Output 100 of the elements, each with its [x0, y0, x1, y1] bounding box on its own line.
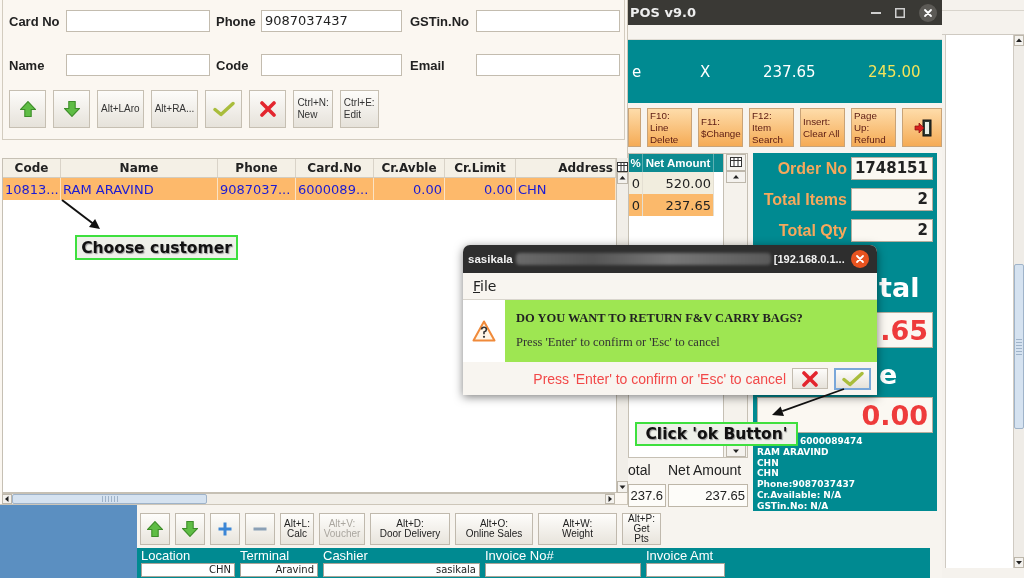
column-header[interactable]: Phone: [218, 159, 296, 177]
vertical-scrollbar[interactable]: [1013, 35, 1024, 568]
horizontal-scrollbar[interactable]: [2, 493, 615, 504]
dialog-title: sasikala: [468, 253, 513, 265]
field-label: Email: [410, 57, 445, 73]
move-up-button[interactable]: [9, 90, 46, 128]
shortcut-button[interactable]: Alt+O: Online Sales: [455, 513, 533, 545]
customer-info-text: 6000089474: [800, 436, 863, 447]
summary-label: Order No: [777, 159, 847, 178]
text-field[interactable]: [66, 10, 210, 32]
footer-text: Press 'Enter' to confirm or 'Esc' to cancel: [533, 370, 786, 387]
shortcut-button[interactable]: Ctrl+E: Edit: [339, 90, 379, 128]
table-cell: 6000089...: [296, 178, 374, 200]
text-field[interactable]: [476, 54, 620, 76]
summary-field: 1748151: [851, 157, 933, 180]
scroll-right-arrow-icon[interactable]: [605, 494, 615, 504]
header-text: 245.00: [868, 62, 921, 81]
status-label: Invoice Amt: [646, 548, 714, 563]
maximize-icon[interactable]: [895, 7, 905, 18]
item-row[interactable]: 0 520.00: [629, 172, 714, 194]
status-label: Cashier: [323, 548, 368, 563]
customer-info-text: Phone:9087037437: [757, 479, 855, 490]
function-key-button[interactable]: F12: Item Search: [749, 108, 794, 147]
table-cell: RAM ARAVIND: [61, 178, 218, 200]
close-icon[interactable]: [919, 3, 937, 22]
cancel-button[interactable]: [249, 90, 287, 128]
shortcut-button[interactable]: Alt+LAro: [97, 90, 144, 128]
cross-icon: [259, 101, 276, 117]
up-arrow-icon: [147, 521, 163, 537]
table-cell: 10813...: [3, 178, 61, 200]
customer-info-text: Cr.Available: N/A: [757, 490, 842, 501]
total-label: otal: [628, 462, 652, 479]
plus-icon: [218, 522, 232, 536]
minus-icon: [253, 527, 267, 531]
confirm-button[interactable]: [205, 90, 243, 128]
customer-info-text: CHN: [757, 457, 779, 469]
minimize-icon[interactable]: [871, 11, 881, 14]
shortcut-button[interactable]: Alt+L: Calc: [280, 513, 314, 545]
total-field: 237.6: [628, 484, 666, 507]
cross-icon: [802, 370, 818, 387]
plus-button[interactable]: [210, 513, 240, 545]
scrollbar-thumb[interactable]: [12, 494, 207, 504]
column-header[interactable]: Cr.Avble: [374, 159, 445, 177]
column-grid-icon[interactable]: [617, 162, 628, 172]
text-field[interactable]: [261, 54, 402, 76]
status-field: sasikala: [323, 563, 480, 577]
customer-info-text: RAM ARAVIND: [757, 446, 829, 458]
shortcut-button[interactable]: Ctrl+N: New: [293, 90, 333, 128]
item-row[interactable]: 0 237.65: [629, 194, 714, 216]
header-text: e: [632, 62, 643, 81]
summary-field: 2: [851, 188, 933, 211]
scroll-left-arrow-icon[interactable]: [2, 494, 12, 504]
text-field[interactable]: [66, 54, 210, 76]
column-header[interactable]: Card.No: [296, 159, 374, 177]
status-label: Invoice No#: [485, 548, 554, 563]
total-label: Net Amount: [668, 462, 743, 479]
cancel-button[interactable]: [792, 368, 828, 389]
warning-icon: [472, 320, 496, 342]
window-title: POS v9.0: [630, 5, 696, 20]
column-header[interactable]: Name: [61, 159, 218, 177]
check-icon: [841, 370, 864, 387]
minus-button[interactable]: [245, 513, 275, 545]
shortcut-button[interactable]: Alt+RA...: [150, 90, 199, 128]
menu-item[interactable]: File: [473, 278, 497, 294]
exit-door-icon: [913, 118, 932, 137]
column-header[interactable]: Code: [3, 159, 61, 177]
column-header[interactable]: Cr.Limit: [445, 159, 516, 177]
table-cell: 0.00: [374, 178, 445, 200]
status-label: Location: [141, 548, 191, 563]
hint-text: Press 'Enter' to confirm or 'Esc' to cancel: [516, 335, 720, 350]
shortcut-button[interactable]: Alt+W: Weight: [538, 513, 617, 545]
shortcut-button[interactable]: Alt+D: Door Delivery: [370, 513, 450, 545]
table-cell: 9087037...: [218, 178, 296, 200]
ok-button[interactable]: [834, 367, 871, 390]
shortcut-button[interactable]: Alt+P: Get Pts: [622, 513, 661, 545]
close-icon[interactable]: [851, 250, 869, 268]
summary-label: Total Items: [763, 190, 847, 209]
scrollbar-thumb[interactable]: [1014, 264, 1024, 429]
status-field: CHN: [141, 563, 235, 577]
table-cell: 0.00: [445, 178, 516, 200]
down-button[interactable]: [175, 513, 205, 545]
table-row[interactable]: 10813... RAM ARAVIND 9087037... 6000089... 0.00 0.00 CHN: [3, 178, 616, 200]
exit-button[interactable]: [902, 108, 942, 147]
dialog-host-text: [192.168.0.1...: [773, 253, 845, 265]
down-arrow-icon: [182, 521, 198, 537]
text-field[interactable]: 9087037437: [261, 10, 402, 32]
move-down-button[interactable]: [53, 90, 90, 128]
function-key-button[interactable]: Insert: Clear All: [800, 108, 845, 147]
function-key-button[interactable]: F10: Line Delete: [647, 108, 692, 147]
column-grid-icon[interactable]: [725, 154, 746, 171]
function-key-button[interactable]: F11: $Change: [698, 108, 743, 147]
customer-info-text: CHN: [757, 468, 779, 480]
question-text: DO YOU WANT TO RETURN F&V CARRY BAGS?: [516, 311, 803, 326]
text-field[interactable]: [476, 10, 620, 32]
summary-label: Total Qty: [778, 221, 847, 240]
function-key-button[interactable]: Page Up: Refund: [851, 108, 896, 147]
up-button[interactable]: [140, 513, 170, 545]
summary-field: 2: [851, 219, 933, 242]
status-field: Aravind: [240, 563, 318, 577]
field-label: Name: [9, 57, 45, 73]
